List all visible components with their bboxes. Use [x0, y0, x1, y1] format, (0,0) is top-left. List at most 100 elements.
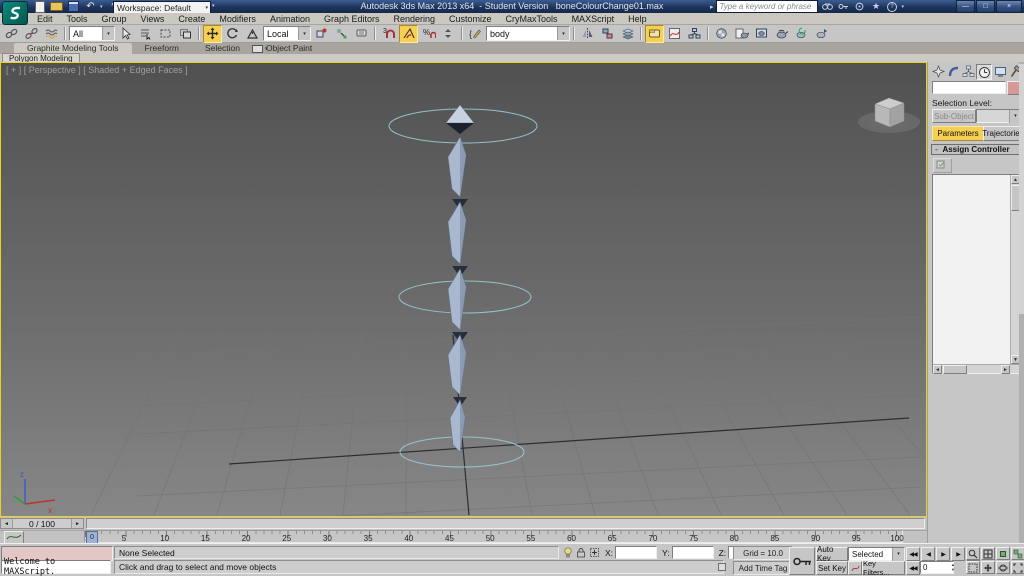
- mirror-icon[interactable]: [578, 25, 597, 43]
- zoom-region-icon[interactable]: [966, 561, 980, 574]
- controller-list-hscrollbar[interactable]: ◄ ►: [933, 364, 1019, 374]
- curve-editor-icon[interactable]: [665, 25, 684, 43]
- panel-scroll-thumb[interactable]: [1019, 64, 1024, 314]
- close-button[interactable]: ×: [996, 0, 1022, 13]
- frame-spinner[interactable]: ▲ ▼: [951, 561, 958, 573]
- percent-snap-icon[interactable]: %: [419, 25, 438, 43]
- orbit-icon[interactable]: [996, 561, 1010, 574]
- zoom-all-icon[interactable]: [981, 547, 995, 560]
- viewport-label[interactable]: [ + ] [ Perspective ] [ Shaded + Edged F…: [6, 65, 188, 75]
- ribbon-minimize-control[interactable]: ▾: [252, 45, 270, 53]
- motion-tab-icon[interactable]: [976, 64, 992, 80]
- use-pivot-point-icon[interactable]: [312, 25, 331, 43]
- maxscript-mini-listener-output[interactable]: Welcome to MAXScript.: [1, 557, 111, 576]
- modify-tab-icon[interactable]: [946, 64, 960, 78]
- next-frame-arrow-icon[interactable]: ►: [71, 519, 83, 528]
- absolute-offset-toggle-icon[interactable]: [588, 547, 600, 559]
- render-setup-icon[interactable]: [732, 25, 751, 43]
- manage-layers-icon[interactable]: [618, 25, 637, 43]
- maximize-viewport-toggle-icon[interactable]: [1011, 561, 1024, 574]
- select-and-rotate-icon[interactable]: [223, 25, 242, 43]
- search-input[interactable]: [716, 0, 819, 13]
- rectangular-selection-icon[interactable]: [156, 25, 175, 43]
- undo-icon[interactable]: ↶: [83, 1, 98, 12]
- select-object-icon[interactable]: [116, 25, 135, 43]
- menu-item-4[interactable]: Create: [171, 14, 212, 24]
- command-panel-scrollbar[interactable]: [1019, 62, 1024, 543]
- spinner-snap-icon[interactable]: [439, 25, 458, 43]
- select-and-link-icon[interactable]: [2, 25, 21, 43]
- default-tangent-button[interactable]: [848, 561, 862, 575]
- assign-controller-button[interactable]: [933, 158, 952, 173]
- time-slider-handle[interactable]: ◄ 0 / 100 ►: [0, 518, 84, 529]
- selection-lock-icon[interactable]: [575, 547, 587, 559]
- select-and-scale-icon[interactable]: [243, 25, 262, 43]
- create-tab-icon[interactable]: [931, 64, 945, 78]
- rendered-frame-window-icon[interactable]: [752, 25, 771, 43]
- menu-item-5[interactable]: Modifiers: [212, 14, 263, 24]
- qat-overflow-icon[interactable]: ▾: [212, 3, 215, 9]
- selection-filter-dropdown[interactable]: All ▾: [69, 26, 115, 41]
- previous-frame-arrow-icon[interactable]: ◄: [1, 519, 13, 528]
- controller-list[interactable]: ▲ ▼ ◄ ►: [932, 174, 1020, 374]
- render-production-icon[interactable]: [772, 25, 791, 43]
- material-editor-icon[interactable]: [712, 25, 731, 43]
- sub-object-button[interactable]: Sub-Object: [932, 109, 976, 123]
- subscription-key-icon[interactable]: [837, 1, 850, 12]
- minimize-button[interactable]: —: [956, 0, 975, 13]
- window-crossing-icon[interactable]: [176, 25, 195, 43]
- pan-view-icon[interactable]: [981, 561, 995, 574]
- new-scene-icon[interactable]: [32, 0, 47, 13]
- key-filters-button[interactable]: Key Filters...: [862, 559, 905, 576]
- bind-to-space-warp-icon[interactable]: [42, 25, 61, 43]
- adaptive-degradation-icon[interactable]: [562, 547, 574, 559]
- display-tab-icon[interactable]: [993, 64, 1007, 78]
- menu-item-8[interactable]: Rendering: [387, 14, 443, 24]
- current-frame-field[interactable]: 0: [920, 561, 954, 574]
- spinner-down-icon[interactable]: ▼: [951, 567, 958, 572]
- menu-item-6[interactable]: Animation: [263, 14, 317, 24]
- unlink-selection-icon[interactable]: [22, 25, 41, 43]
- menu-item-12[interactable]: Help: [621, 14, 654, 24]
- save-file-icon[interactable]: [66, 1, 81, 12]
- parameters-button[interactable]: Parameters: [932, 126, 984, 141]
- set-key-button[interactable]: Set Key: [816, 561, 848, 575]
- isolate-selection-icon[interactable]: [716, 561, 728, 573]
- activeshade-icon[interactable]: [812, 25, 831, 43]
- scroll-left-icon[interactable]: ◄: [933, 365, 942, 374]
- select-and-manipulate-icon[interactable]: [332, 25, 351, 43]
- x-coordinate-field[interactable]: [615, 546, 658, 559]
- time-slider-track[interactable]: [86, 518, 925, 529]
- scroll-right-icon[interactable]: ►: [1001, 365, 1010, 374]
- restore-button[interactable]: □: [976, 0, 995, 13]
- named-sets-dropdown[interactable]: body ▾: [486, 26, 570, 41]
- keyboard-override-icon[interactable]: [352, 25, 371, 43]
- key-mode-toggle-icon[interactable]: ◀◀: [906, 561, 920, 575]
- render-iterative-icon[interactable]: [792, 25, 811, 43]
- add-time-tag-button[interactable]: Add Time Tag: [733, 561, 793, 575]
- previous-frame-icon[interactable]: ◀: [921, 547, 935, 561]
- zoom-extents-icon[interactable]: [996, 547, 1010, 560]
- coordinate-system-dropdown[interactable]: Local ▾: [263, 26, 311, 41]
- schematic-view-icon[interactable]: [685, 25, 704, 43]
- bone-end-diamond-base[interactable]: [446, 123, 474, 134]
- viewport[interactable]: [ + ] [ Perspective ] [ Shaded + Edged F…: [0, 62, 927, 517]
- menu-item-3[interactable]: Views: [134, 14, 172, 24]
- y-coordinate-field[interactable]: [671, 546, 714, 559]
- ribbon-tab-selection[interactable]: Selection: [192, 43, 253, 54]
- ribbon-tab-freeform[interactable]: Freeform: [132, 43, 192, 54]
- help-icon[interactable]: ?: [885, 1, 898, 12]
- go-to-start-icon[interactable]: ◀◀: [906, 547, 920, 561]
- bone-end-diamond[interactable]: [445, 104, 475, 124]
- controller-list-vscrollbar[interactable]: ▲ ▼: [1010, 175, 1020, 373]
- graphite-ribbon-toggle-icon[interactable]: [645, 24, 664, 43]
- sub-object-dropdown[interactable]: ▾: [976, 109, 1022, 123]
- favorites-icon[interactable]: ★: [869, 1, 882, 12]
- menu-item-7[interactable]: Graph Editors: [317, 14, 387, 24]
- infocenter-collapse-icon[interactable]: ▸: [710, 3, 714, 11]
- hierarchy-tab-icon[interactable]: [961, 64, 975, 78]
- play-animation-icon[interactable]: ▶: [936, 547, 950, 561]
- communication-center-icon[interactable]: [853, 1, 866, 12]
- menu-item-1[interactable]: Tools: [60, 14, 95, 24]
- search-binoculars-icon[interactable]: [821, 1, 834, 12]
